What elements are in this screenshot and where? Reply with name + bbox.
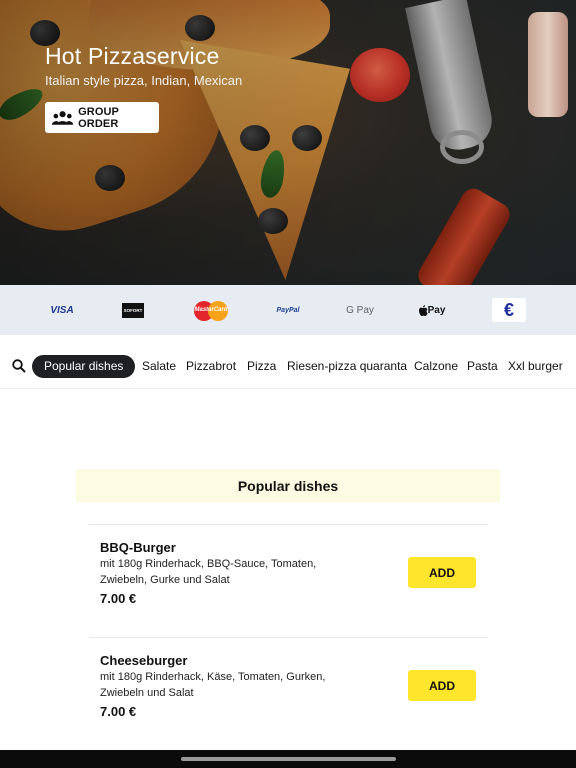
category-chip-popular-dishes[interactable]: Popular dishes [32,355,136,378]
category-riesen-pizza-quaranta[interactable]: Riesen-pizza quaranta [287,355,407,378]
category-nav: Popular dishes Salate Pizzabrot Pizza Ri… [0,345,576,389]
apple-icon [418,304,428,316]
restaurant-cuisines: Italian style pizza, Indian, Mexican [45,73,243,88]
add-to-cart-button[interactable]: ADD [408,557,476,588]
category-xxl-burger[interactable]: Xxl burger [508,355,563,378]
restaurant-title: Hot Pizzaservice [45,43,220,69]
cash-euro-icon: € [492,298,526,322]
sofort-label: SOFORT [121,302,145,318]
mastercard-logo: MasterCard [192,295,230,325]
dish-description: mit 180g Rinderhack, BBQ-Sauce, Tomaten,… [100,558,317,586]
google-pay-logo: G Pay [346,304,374,316]
category-salate[interactable]: Salate [142,355,176,378]
group-order-button[interactable]: GROUP ORDER [45,102,159,133]
dish-description: mit 180g Rinderhack, Käse, Tomaten, Gurk… [100,671,326,699]
paypal-logo: PayPal [276,306,300,314]
category-pizzabrot[interactable]: Pizzabrot [186,355,236,378]
category-calzone[interactable]: Calzone [414,355,458,378]
apple-pay-logo: Pay [412,295,452,325]
apple-pay-label: Pay [427,304,446,316]
dish-price: 7.00 € [100,704,137,719]
dish-name[interactable]: BBQ-Burger [100,540,176,555]
divider [89,524,488,525]
group-icon [52,110,74,125]
home-indicator[interactable] [181,757,396,761]
category-pasta[interactable]: Pasta [467,355,498,378]
visa-logo: VISA [50,304,74,316]
sofort-logo: SOFORT [120,295,146,325]
dish-price: 7.00 € [100,591,137,606]
group-order-label: GROUP ORDER [78,105,119,130]
add-to-cart-button[interactable]: ADD [408,670,476,701]
divider [89,637,488,638]
mastercard-label: MasterCard [194,307,228,313]
search-icon[interactable] [12,359,26,373]
category-pizza[interactable]: Pizza [247,355,276,378]
section-title: Popular dishes [76,469,500,502]
dish-name[interactable]: Cheeseburger [100,653,187,668]
payment-methods-strip: VISA SOFORT MasterCard PayPal G Pay Pay … [0,285,576,335]
